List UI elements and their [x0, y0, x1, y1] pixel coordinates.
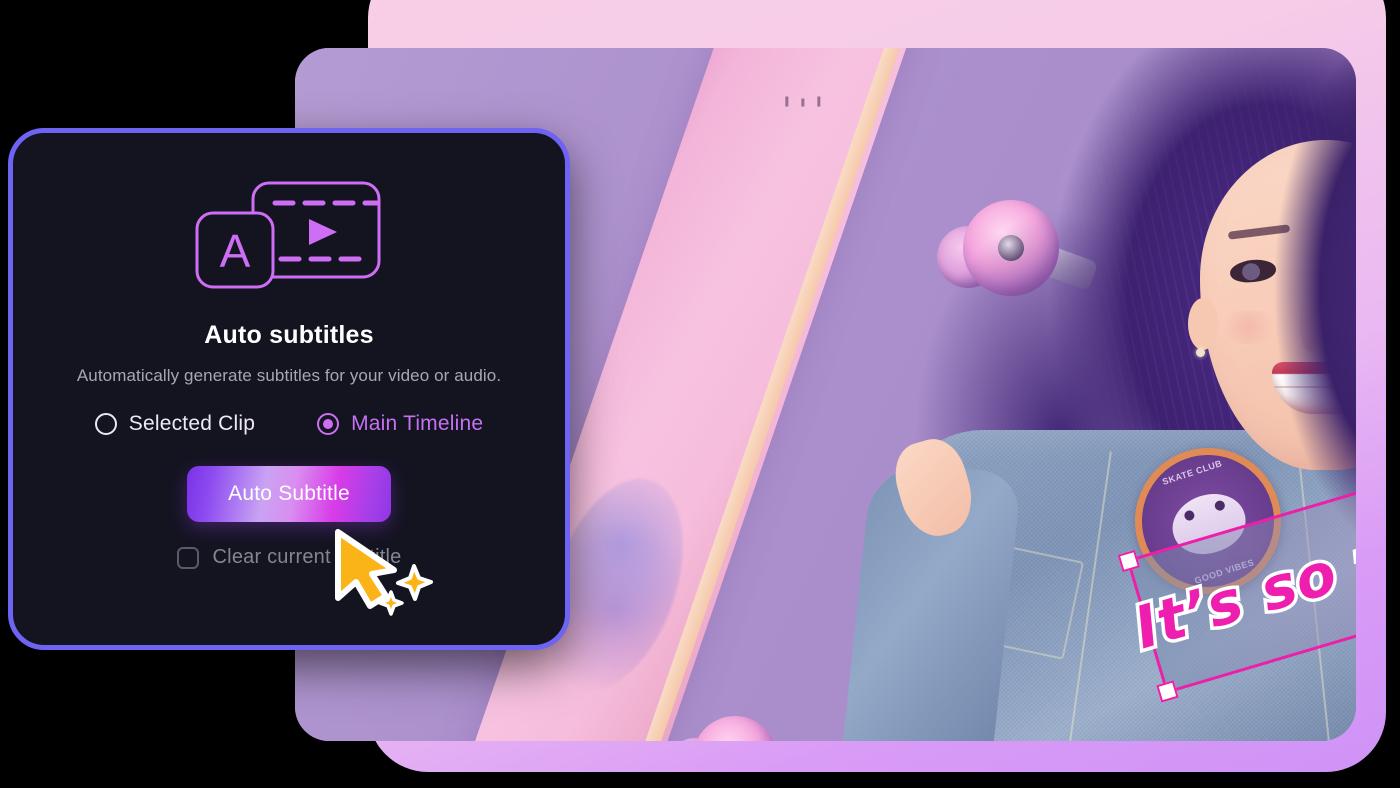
auto-subtitles-dialog: A Auto subtitles Automatically generate …: [8, 128, 570, 650]
clear-current-subtitle-label: Clear current subtitle: [212, 546, 402, 568]
radio-selected-clip[interactable]: Selected Clip: [94, 412, 256, 436]
radio-circle-selected-icon[interactable]: [317, 413, 340, 435]
auto-subtitle-button[interactable]: Auto Subtitle: [187, 466, 391, 522]
radio-selected-clip-label: Selected Clip: [128, 412, 256, 435]
radio-main-timeline[interactable]: Main Timeline: [317, 412, 483, 436]
icon-letter-a: A: [220, 225, 251, 277]
ear: [1188, 298, 1218, 350]
earring: [1196, 348, 1205, 357]
checkbox-square-icon[interactable]: [176, 546, 199, 569]
screenshot-stage: SKATE CLUB GOOD VIBES It’s so funny: [0, 0, 1400, 788]
scope-radio-group: Selected Clip Main Timeline: [94, 412, 484, 436]
deck-dots: [785, 96, 828, 107]
skateboard-wheel-icon: [693, 716, 777, 741]
auto-subtitle-icon: A: [189, 175, 389, 295]
radio-circle-icon[interactable]: [94, 413, 117, 435]
clear-current-subtitle-checkbox[interactable]: Clear current subtitle: [176, 546, 402, 569]
page-title: Auto subtitles: [204, 321, 374, 349]
radio-main-timeline-label: Main Timeline: [351, 412, 484, 435]
panel-description: Automatically generate subtitles for you…: [76, 366, 502, 385]
